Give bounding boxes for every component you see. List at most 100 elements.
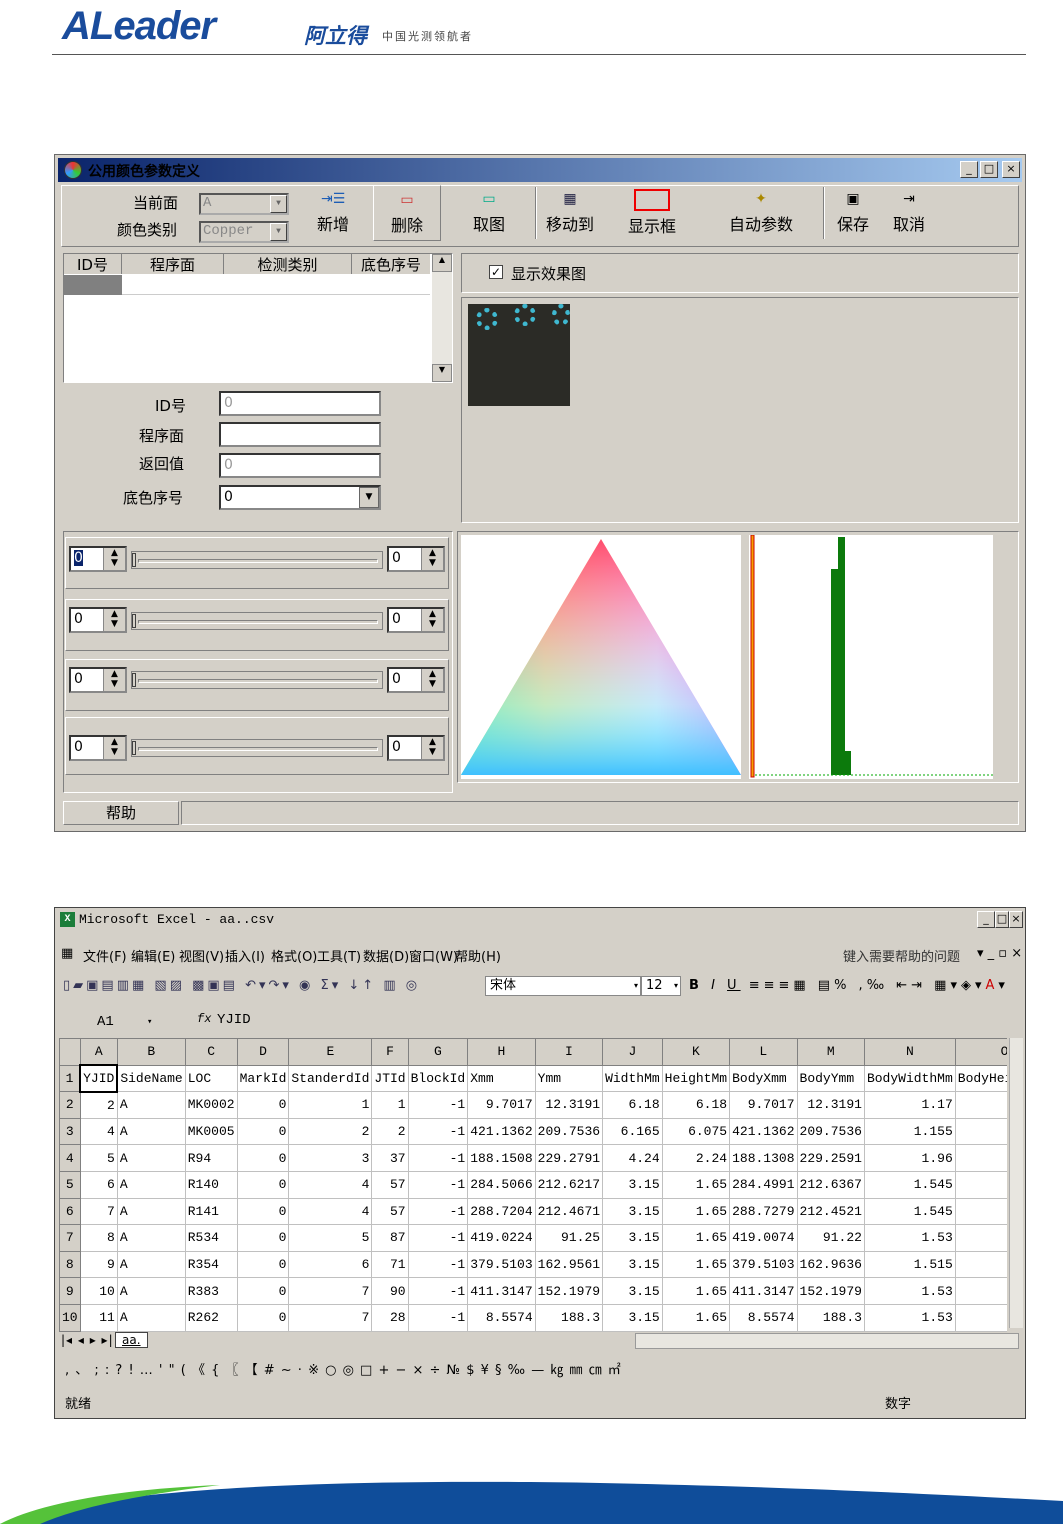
cell[interactable]: -1 <box>407 1091 469 1119</box>
cell[interactable]: 6 <box>288 1250 373 1279</box>
cell[interactable]: 0 <box>236 1091 290 1119</box>
cell[interactable]: 284.4991 <box>729 1170 798 1199</box>
minimize-button[interactable]: _ <box>977 911 995 928</box>
column-header[interactable]: F <box>371 1038 409 1066</box>
current-face-select[interactable]: A ▼ <box>199 193 289 215</box>
cell[interactable]: 0.87 <box>954 1303 1007 1332</box>
cell[interactable]: 4 <box>288 1170 373 1199</box>
row-header[interactable]: 2 <box>59 1091 81 1119</box>
cell[interactable]: 1.545 <box>863 1197 956 1226</box>
cell[interactable]: 1.65 <box>661 1224 731 1252</box>
cell[interactable]: 1.96 <box>863 1144 956 1172</box>
column-header[interactable]: J <box>602 1038 663 1066</box>
cell[interactable]: R354 <box>184 1250 238 1279</box>
cell[interactable]: -1 <box>407 1170 469 1199</box>
cell[interactable]: 1.545 <box>863 1170 956 1199</box>
column-header[interactable]: B <box>116 1038 186 1066</box>
cell[interactable]: 188.3 <box>534 1303 604 1332</box>
color-type-select[interactable]: Copper ▼ <box>199 221 289 243</box>
cell[interactable]: A <box>116 1091 186 1119</box>
cell[interactable]: 0.87 <box>954 1197 1007 1226</box>
column-header[interactable]: G <box>407 1038 469 1066</box>
row-header[interactable]: 1 <box>59 1064 81 1093</box>
cell[interactable]: 9.7017 <box>729 1091 798 1119</box>
cell[interactable]: MK0005 <box>184 1117 238 1146</box>
cell[interactable]: 1.65 <box>661 1250 731 1279</box>
cell[interactable]: 91.22 <box>796 1224 865 1252</box>
slider-3-min[interactable]: 0 ▲ ▼ <box>69 667 127 693</box>
cell[interactable]: 421.1362 <box>729 1117 798 1146</box>
cell[interactable]: 1.65 <box>661 1170 731 1199</box>
slider-4-min[interactable]: 0 ▲ ▼ <box>69 735 127 761</box>
cell[interactable]: A <box>116 1277 186 1305</box>
menu-window[interactable]: 窗口(W) <box>409 946 458 965</box>
cell[interactable]: 212.6217 <box>534 1170 604 1199</box>
cell[interactable]: 209.7536 <box>796 1117 865 1146</box>
cell[interactable]: 162.9561 <box>534 1250 604 1279</box>
help-question-box[interactable]: 键入需要帮助的问题 <box>843 946 960 965</box>
color-triangle[interactable] <box>461 535 741 779</box>
cell[interactable]: 212.4671 <box>534 1197 604 1226</box>
cell[interactable]: 0 <box>236 1170 290 1199</box>
program-face-field[interactable] <box>219 422 381 447</box>
cell[interactable]: -1 <box>407 1277 469 1305</box>
auto-params-button[interactable]: ✦ 自动参数 <box>719 185 803 241</box>
row-header[interactable]: 10 <box>59 1303 81 1332</box>
cell[interactable]: -1 <box>407 1197 469 1226</box>
column-header[interactable]: L <box>729 1038 798 1066</box>
cell[interactable]: 6.18 <box>602 1091 663 1119</box>
cell[interactable]: 188.1308 <box>729 1144 798 1172</box>
cell[interactable]: 91.25 <box>534 1224 604 1252</box>
cell[interactable]: 0 <box>236 1144 290 1172</box>
standard-toolbar-icons[interactable]: ▯▰▣▤▥▦ ▧▨ ▩▣▤ ↶▾↷▾ ◉ Σ▾ ↓↑ ▥ ◎ <box>63 978 420 993</box>
cell[interactable]: 2 <box>79 1091 118 1119</box>
cell[interactable]: 0 <box>236 1303 290 1332</box>
cell[interactable]: 6.165 <box>602 1117 663 1146</box>
cell[interactable]: 57 <box>371 1170 409 1199</box>
cell[interactable]: -1 <box>407 1303 469 1332</box>
cell[interactable]: 12.3191 <box>534 1091 604 1119</box>
cell[interactable]: 0.9 <box>954 1250 1007 1279</box>
cell[interactable]: 0 <box>236 1250 290 1279</box>
cell[interactable]: MK0002 <box>184 1091 238 1119</box>
minimize-button[interactable]: _ <box>960 161 978 178</box>
font-name-select[interactable]: 宋体 ▾ <box>485 976 641 996</box>
cell[interactable]: BodyXmm <box>729 1064 798 1093</box>
cell[interactable]: SideName <box>116 1064 186 1093</box>
capture-button[interactable]: ▭ 取图 <box>461 185 517 241</box>
cell[interactable]: A <box>116 1250 186 1279</box>
cell[interactable]: 419.0074 <box>729 1224 798 1252</box>
column-header[interactable]: E <box>288 1038 373 1066</box>
list-row[interactable] <box>122 275 430 295</box>
cell[interactable]: 212.6367 <box>796 1170 865 1199</box>
cell[interactable]: BodyHeightMm <box>954 1064 1007 1093</box>
row-header[interactable]: 6 <box>59 1197 81 1226</box>
slider-2-min[interactable]: 0 ▲ ▼ <box>69 607 127 633</box>
cell[interactable]: 3.15 <box>602 1224 663 1252</box>
cell[interactable]: 8 <box>79 1224 118 1252</box>
cell[interactable]: HeightMm <box>661 1064 731 1093</box>
cell[interactable]: 288.7204 <box>467 1197 536 1226</box>
cell[interactable]: 1.24 <box>954 1144 1007 1172</box>
column-header[interactable]: O <box>954 1038 1007 1066</box>
cell[interactable]: 188.1508 <box>467 1144 536 1172</box>
list-row-selected[interactable] <box>64 275 122 295</box>
menu-insert[interactable]: 插入(I) <box>225 946 265 965</box>
column-header[interactable]: A <box>79 1038 118 1066</box>
cell[interactable]: A <box>116 1117 186 1146</box>
cell[interactable]: 28 <box>371 1303 409 1332</box>
cell[interactable]: 288.7279 <box>729 1197 798 1226</box>
menu-data[interactable]: 数据(D) <box>363 946 409 965</box>
cell[interactable]: BlockId <box>407 1064 469 1093</box>
cell[interactable]: 87 <box>371 1224 409 1252</box>
list-scrollbar[interactable]: ▲ ▼ <box>432 254 452 382</box>
cell[interactable]: A <box>116 1224 186 1252</box>
row-header[interactable]: 3 <box>59 1117 81 1146</box>
row-header[interactable]: 4 <box>59 1144 81 1172</box>
show-box-button[interactable]: 显示框 <box>621 185 683 241</box>
menu-file[interactable]: 文件(F) <box>83 946 127 965</box>
cell[interactable]: 1.17 <box>863 1091 956 1119</box>
cell[interactable]: 379.5103 <box>467 1250 536 1279</box>
cell[interactable]: 0.87 <box>954 1224 1007 1252</box>
id-field[interactable]: 0 <box>219 391 381 416</box>
